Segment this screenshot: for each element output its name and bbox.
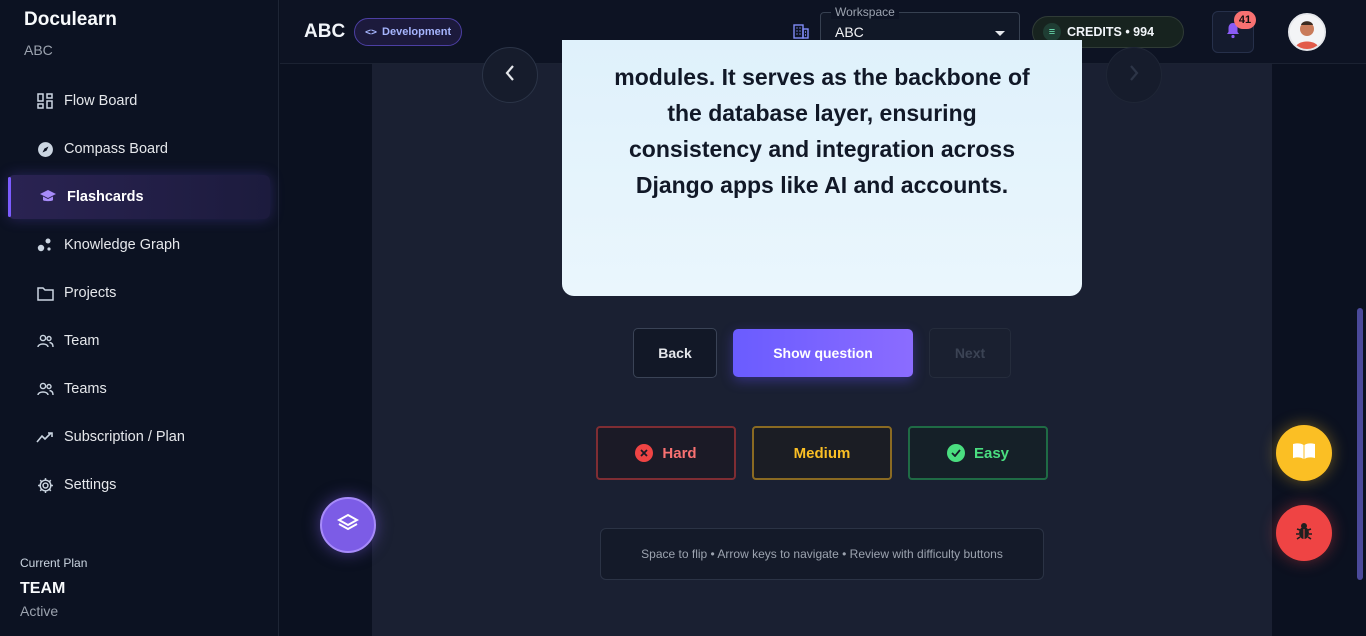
sidebar-item-label: Compass Board [64,141,168,157]
sidebar-item-label: Team [64,333,100,349]
flashcard-answer-text: modules. It serves as the backbone of th… [614,64,1030,198]
sidebar-item-subscription-plan[interactable]: Subscription / Plan [8,415,270,459]
org-name: ABC [24,42,53,58]
sidebar-item-compass-board[interactable]: Compass Board [8,127,270,171]
keyboard-hint: Space to flip • Arrow keys to navigate •… [600,528,1044,580]
previous-card-button[interactable] [482,47,538,103]
next-button[interactable]: Next [929,328,1011,378]
sidebar-item-label: Settings [64,477,117,493]
layers-button[interactable] [320,497,376,553]
book-icon [1292,442,1316,465]
guide-button[interactable] [1276,425,1332,481]
show-question-button[interactable]: Show question [733,329,913,377]
folder-icon [36,284,54,302]
sidebar-item-teams[interactable]: Teams [8,367,270,411]
brand-name: Doculearn [24,9,117,30]
people-icon [36,332,54,350]
people-icon [36,380,54,398]
credits-label: CREDITS • 994 [1067,25,1155,39]
sidebar-item-settings[interactable]: Settings [8,463,270,507]
sidebar: Doculearn ABC Flow Board Compass Board F… [0,0,279,636]
sidebar-item-label: Flashcards [67,189,144,205]
sidebar-item-flow-board[interactable]: Flow Board [8,79,270,123]
sidebar-item-team[interactable]: Team [8,319,270,363]
easy-button[interactable]: Easy [908,426,1048,480]
environment-badge[interactable]: <> Development [354,18,463,46]
graph-icon [36,236,54,254]
x-circle-icon [635,444,654,462]
chevron-right-icon [1128,64,1140,87]
coins-icon: ≡ [1043,23,1061,41]
notification-count-badge: 41 [1234,11,1256,29]
medium-button[interactable]: Medium [752,426,892,480]
flashcard[interactable]: modules. It serves as the backbone of th… [562,40,1082,296]
scrollbar-thumb[interactable] [1357,308,1363,580]
code-icon: <> [365,26,378,38]
user-avatar[interactable] [1288,13,1326,51]
building-icon [792,22,812,42]
hard-button[interactable]: Hard [596,426,736,480]
sidebar-item-label: Flow Board [64,93,138,109]
chevron-left-icon [504,64,516,87]
gear-icon [36,476,54,494]
hard-label: Hard [662,444,697,462]
graduation-cap-icon [39,188,57,206]
sidebar-item-flashcards[interactable]: Flashcards [8,175,270,219]
next-card-arrow-button[interactable] [1106,47,1162,103]
layers-icon [336,512,360,539]
sidebar-item-projects[interactable]: Projects [8,271,270,315]
bug-icon [1295,521,1313,546]
current-plan-status: Active [20,603,59,619]
sidebar-item-label: Knowledge Graph [64,237,181,253]
compass-icon [36,140,54,158]
medium-label: Medium [793,444,851,462]
sidebar-item-knowledge-graph[interactable]: Knowledge Graph [8,223,270,267]
dashboard-icon [36,92,54,110]
workspace-label: Workspace [831,5,899,19]
project-title: ABC [304,21,346,42]
caret-down-icon [995,31,1005,36]
easy-label: Easy [973,444,1010,462]
check-circle-icon [946,444,965,462]
report-bug-button[interactable] [1276,505,1332,561]
environment-badge-label: Development [382,26,452,38]
current-plan-label: Current Plan [20,556,88,570]
sidebar-item-label: Teams [64,381,107,397]
sidebar-item-label: Subscription / Plan [64,429,185,445]
workspace-value: ABC [835,24,864,40]
trend-icon [36,428,54,446]
current-plan-name: TEAM [20,580,66,597]
sidebar-nav: Flow Board Compass Board Flashcards Know… [8,79,270,511]
sidebar-item-label: Projects [64,285,117,301]
back-button[interactable]: Back [633,328,717,378]
